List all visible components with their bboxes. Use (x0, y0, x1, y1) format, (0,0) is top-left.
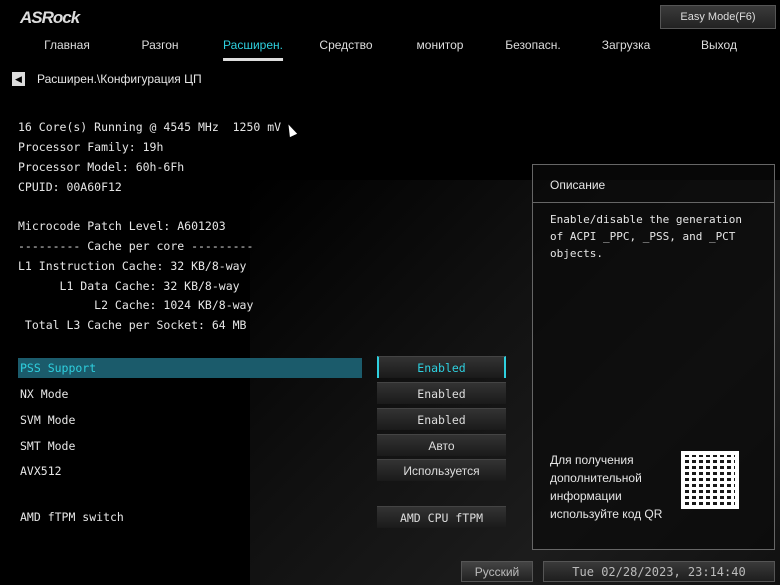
tab-monitor[interactable]: монитор (417, 38, 464, 58)
info-l1i: L1 Instruction Cache: 32 KB/8-way (18, 259, 247, 273)
qr-code-icon (681, 451, 739, 509)
mouse-cursor-icon (284, 122, 298, 138)
info-model: Processor Model: 60h-6Fh (18, 160, 185, 174)
nx-mode-value[interactable]: Enabled (377, 382, 506, 404)
easy-mode-button[interactable]: Easy Mode(F6) (660, 5, 776, 29)
tab-security[interactable]: Безопасн. (505, 38, 560, 58)
datetime-display: Tue 02/28/2023, 23:14:40 (543, 561, 775, 582)
breadcrumb: ◀ Расширен.\Конфигурация ЦП (12, 72, 202, 86)
setting-smt-mode[interactable]: SMT Mode (18, 436, 362, 456)
back-arrow-icon[interactable]: ◀ (12, 72, 25, 86)
breadcrumb-path: Расширен.\Конфигурация ЦП (37, 72, 202, 86)
info-microcode: Microcode Patch Level: A601203 (18, 219, 226, 233)
setting-pss-support[interactable]: PSS Support (18, 358, 362, 378)
setting-avx512[interactable]: AVX512 (18, 461, 362, 481)
description-title: Описание (533, 165, 774, 203)
amd-ftpm-value[interactable]: AMD CPU fTPM (377, 506, 506, 528)
info-family: Processor Family: 19h (18, 140, 164, 154)
tab-oc[interactable]: Разгон (141, 38, 178, 58)
info-l2: L2 Cache: 1024 KB/8-way (18, 298, 254, 312)
pss-support-value[interactable]: Enabled (377, 356, 506, 378)
info-cpuid: CPUID: 00A60F12 (18, 180, 122, 194)
setting-nx-mode[interactable]: NX Mode (18, 384, 362, 404)
asrock-logo: ASRock (20, 8, 80, 27)
info-l3: Total L3 Cache per Socket: 64 MB (18, 318, 247, 332)
language-button[interactable]: Русский (461, 561, 533, 582)
description-panel: Описание Enable/disable the generation o… (532, 164, 775, 550)
info-cache-header: --------- Cache per core --------- (18, 239, 254, 253)
qr-help-text: Для получения дополнительной информации … (550, 453, 663, 521)
tab-tool[interactable]: Средство (319, 38, 372, 58)
setting-svm-mode[interactable]: SVM Mode (18, 410, 362, 430)
setting-amd-ftpm[interactable]: AMD fTPM switch (18, 507, 362, 527)
tab-main[interactable]: Главная (44, 38, 90, 58)
info-l1d: L1 Data Cache: 32 KB/8-way (18, 279, 240, 293)
info-cores: 16 Core(s) Running @ 4545 MHz 1250 mV (18, 120, 282, 134)
avx512-value[interactable]: Используется (377, 459, 506, 481)
svm-mode-value[interactable]: Enabled (377, 408, 506, 430)
main-tabs: Главная Разгон Расширен. Средство монито… (0, 38, 780, 62)
smt-mode-value[interactable]: Авто (377, 434, 506, 456)
tab-boot[interactable]: Загрузка (602, 38, 651, 58)
tab-exit[interactable]: Выход (701, 38, 737, 58)
description-text: Enable/disable the generation of ACPI _P… (550, 213, 743, 260)
tab-advanced[interactable]: Расширен. (223, 38, 283, 61)
